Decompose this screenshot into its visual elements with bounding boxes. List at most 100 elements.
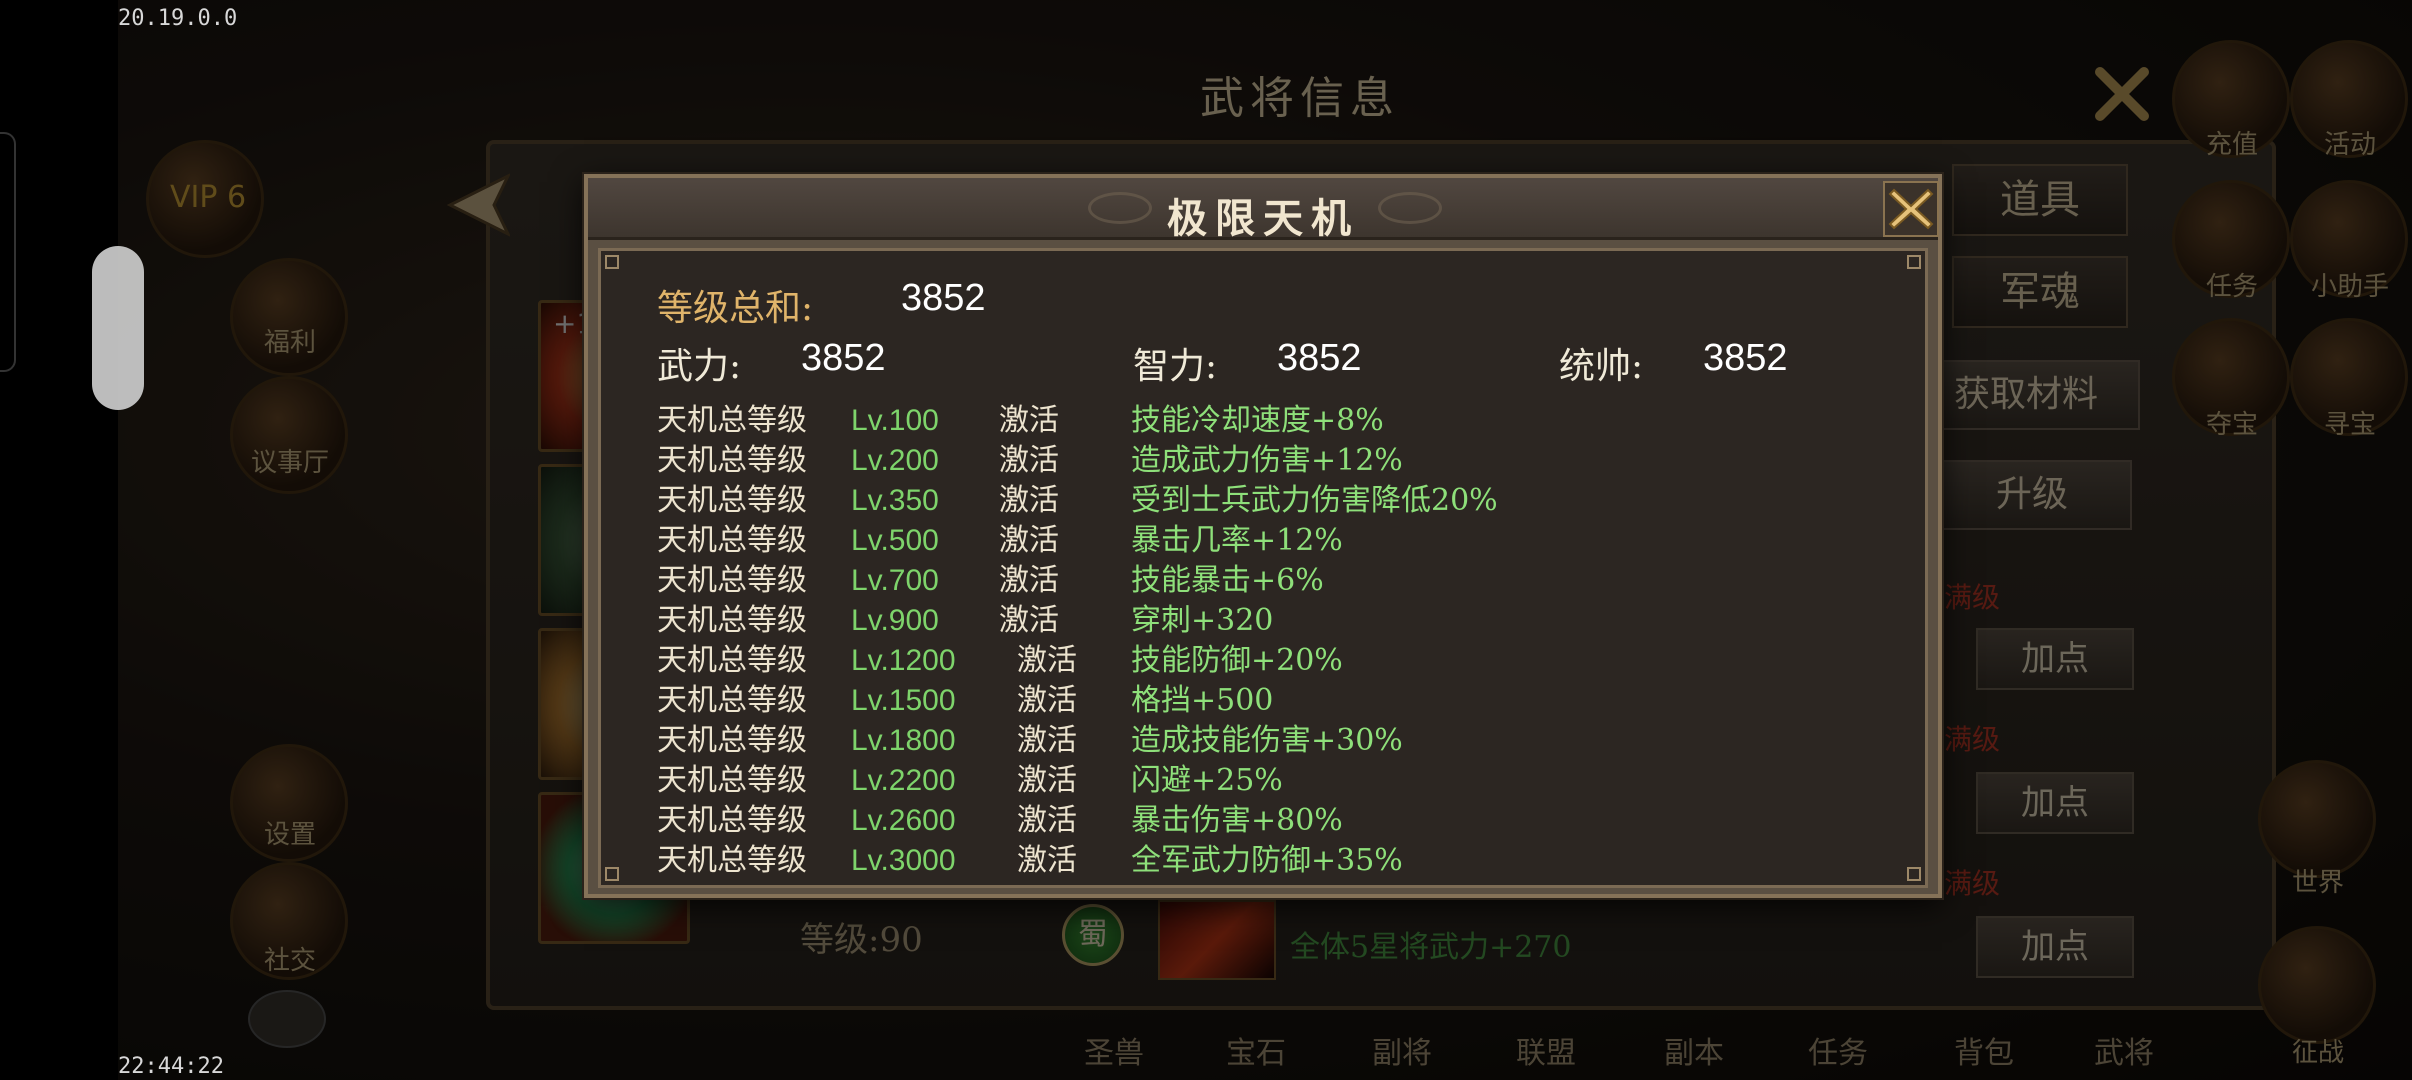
bonus-effect: 闪避+25%: [1131, 763, 1283, 798]
bonus-status: 激活: [999, 483, 1059, 518]
bonus-row: 天机总等级 Lv.2600 激活 暴击伤害+80%: [657, 801, 1857, 841]
bonus-requirement-prefix: 天机总等级: [657, 603, 807, 638]
stat-intellect-value: 3852: [1277, 337, 1362, 379]
modal-header: 极限天机: [588, 178, 1940, 242]
bottom-nav-item[interactable]: 联盟: [1516, 1028, 1576, 1072]
left-menu-social: 社交: [263, 946, 316, 976]
bottom-nav-item[interactable]: 副将: [1372, 1028, 1432, 1072]
bonus-row: 天机总等级 Lv.700 激活 技能暴击+6%: [657, 561, 1857, 601]
limit-fate-modal: 极限天机 等级总和: 3852 武力: 3852 智力: 3852 统帅: 38…: [584, 174, 1942, 898]
bonus-status: 激活: [999, 523, 1059, 558]
corner-ornament: [605, 255, 619, 269]
bonus-requirement-prefix: 天机总等级: [657, 523, 807, 558]
add-point-button-2[interactable]: 加点: [1976, 772, 2134, 834]
bonus-effect: 造成技能伤害+30%: [1131, 723, 1403, 758]
bottom-nav-item[interactable]: 宝石: [1226, 1028, 1286, 1072]
bonus-status: 激活: [999, 603, 1059, 638]
bonus-effect: 穿刺+320: [1131, 603, 1274, 638]
stat-force-label: 武力:: [657, 346, 742, 387]
stat-command-label: 统帅:: [1559, 346, 1644, 387]
bonus-status: 激活: [1017, 763, 1077, 798]
bonus-row: 天机总等级 Lv.100 激活 技能冷却速度+8%: [657, 401, 1857, 441]
round-icon-world[interactable]: [2258, 760, 2376, 878]
window-title: 武将信息: [1200, 73, 1400, 124]
bonus-requirement-prefix: 天机总等级: [657, 803, 807, 838]
bonus-effect: 造成武力伤害+12%: [1131, 443, 1403, 478]
bonus-status: 激活: [999, 403, 1059, 438]
get-material-button[interactable]: 获取材料: [1912, 360, 2140, 430]
bonus-status: 激活: [999, 563, 1059, 598]
network-speed: 20.19.0.0: [118, 6, 238, 31]
bonus-status: 激活: [1017, 643, 1077, 678]
bonus-row: 天机总等级 Lv.2200 激活 闪避+25%: [657, 761, 1857, 801]
side-edge-tab: [0, 132, 16, 372]
side-drag-handle[interactable]: [92, 246, 144, 410]
faction-badge: 蜀: [1062, 904, 1124, 966]
right-menu-helper: 小助手: [2310, 272, 2389, 302]
bonus-requirement-level: Lv.1200: [851, 644, 956, 677]
close-x-icon[interactable]: [1882, 180, 1940, 238]
stat-force-value: 3852: [801, 337, 886, 379]
tab-items[interactable]: 道具: [1952, 164, 2128, 236]
corner-ornament: [1907, 867, 1921, 881]
bonus-row: 天机总等级 Lv.200 激活 造成武力伤害+12%: [657, 441, 1857, 481]
stat-command-value: 3852: [1703, 337, 1788, 379]
modal-body: 等级总和: 3852 武力: 3852 智力: 3852 统帅: 3852 天机…: [598, 248, 1928, 888]
bonus-requirement-level: Lv.700: [851, 564, 939, 597]
modal-title: 极限天机: [1167, 195, 1359, 242]
bonus-row: 天机总等级 Lv.900 激活 穿刺+320: [657, 601, 1857, 641]
bottom-nav-item[interactable]: 副本: [1664, 1028, 1724, 1072]
max-level-label-3: 满级: [1944, 867, 2001, 900]
bonus-requirement-level: Lv.2200: [851, 764, 956, 797]
bonus-requirement-prefix: 天机总等级: [657, 563, 807, 598]
bonus-requirement-prefix: 天机总等级: [657, 843, 807, 878]
right-menu-activity: 活动: [2323, 130, 2376, 160]
bonus-row: 天机总等级 Lv.1800 激活 造成技能伤害+30%: [657, 721, 1857, 761]
bonus-row: 天机总等级 Lv.1200 激活 技能防御+20%: [657, 641, 1857, 681]
stat-intellect-label: 智力:: [1133, 346, 1218, 387]
chat-bubble-icon[interactable]: [248, 990, 326, 1048]
bonus-status: 激活: [1017, 803, 1077, 838]
bonus-requirement-level: Lv.900: [851, 604, 939, 637]
back-arrow-icon[interactable]: [430, 170, 510, 240]
add-point-button-3[interactable]: 加点: [1976, 916, 2134, 978]
bonus-effect: 技能冷却速度+8%: [1131, 403, 1384, 438]
bottom-nav-item[interactable]: 武将: [2094, 1028, 2154, 1072]
bottom-nav-item[interactable]: 任务: [1808, 1028, 1868, 1072]
bonus-requirement-level: Lv.2600: [851, 804, 956, 837]
left-menu-council: 议事厅: [250, 448, 329, 478]
left-menu-settings: 设置: [263, 820, 316, 850]
bonus-requirement-prefix: 天机总等级: [657, 643, 807, 678]
corner-ornament: [605, 867, 619, 881]
add-point-button-1[interactable]: 加点: [1976, 628, 2134, 690]
bonus-requirement-prefix: 天机总等级: [657, 443, 807, 478]
bonus-requirement-prefix: 天机总等级: [657, 403, 807, 438]
bonus-requirement-level: Lv.500: [851, 524, 939, 557]
skill-icon[interactable]: [1158, 900, 1276, 980]
bonus-requirement-level: Lv.3000: [851, 844, 956, 877]
bonus-effect: 受到士兵武力伤害降低20%: [1131, 483, 1498, 518]
total-level-value: 3852: [901, 277, 986, 319]
max-level-label-1: 满级: [1944, 581, 2001, 614]
clock: 22:44:22: [118, 1054, 224, 1079]
bonus-row: 天机总等级 Lv.350 激活 受到士兵武力伤害降低20%: [657, 481, 1857, 521]
bottom-nav-item[interactable]: 背包: [1954, 1028, 2014, 1072]
bonus-effect: 全军武力防御+35%: [1131, 843, 1403, 878]
bonus-requirement-level: Lv.350: [851, 484, 939, 517]
right-menu-seek: 寻宝: [2323, 410, 2376, 440]
upgrade-button[interactable]: 升级: [1932, 460, 2132, 530]
bonus-effect: 暴击几率+12%: [1131, 523, 1343, 558]
bottom-nav-item[interactable]: 圣兽: [1084, 1028, 1144, 1072]
skill-bonus-text: 全体5星将武力+270: [1290, 930, 1572, 965]
bonus-requirement-prefix: 天机总等级: [657, 483, 807, 518]
bonus-requirement-level: Lv.100: [851, 404, 939, 437]
bonus-row: 天机总等级 Lv.500 激活 暴击几率+12%: [657, 521, 1857, 561]
bonus-status: 激活: [1017, 723, 1077, 758]
bonus-effect: 技能防御+20%: [1131, 643, 1343, 678]
background-close-icon[interactable]: [2092, 64, 2152, 124]
tab-army-soul[interactable]: 军魂: [1952, 256, 2128, 328]
bonus-requirement-level: Lv.1800: [851, 724, 956, 757]
round-icon-battle[interactable]: [2258, 926, 2376, 1044]
total-level-label: 等级总和:: [657, 288, 814, 329]
bonus-row: 天机总等级 Lv.1500 激活 格挡+500: [657, 681, 1857, 721]
